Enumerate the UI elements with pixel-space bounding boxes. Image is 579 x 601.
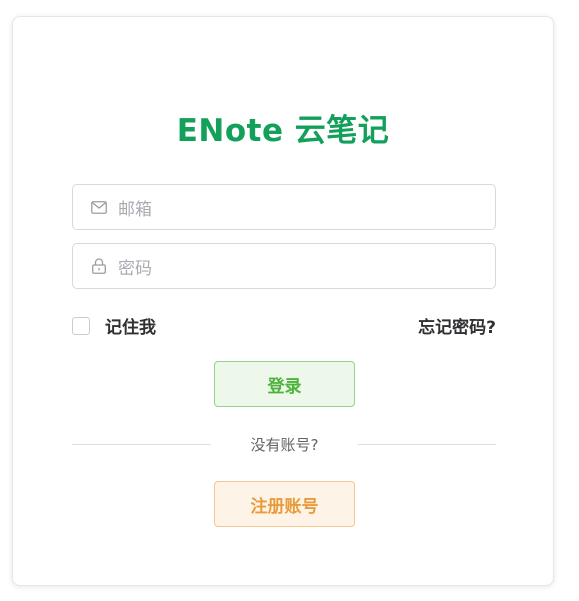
app-title: ENote 云笔记 [176,113,390,149]
lock-icon [90,257,108,275]
divider-line-right [358,444,496,445]
divider-line-left [72,444,211,445]
login-card: ENote 云笔记 邮箱 密码 记住我 忘记密码? 登录 没有账号? 注册账号 [12,16,554,586]
remember-me[interactable]: 记住我 [72,313,156,338]
email-placeholder: 邮箱 [118,199,152,220]
password-placeholder: 密码 [118,258,152,279]
login-button[interactable]: 登录 [214,361,355,407]
forgot-password-link[interactable]: 忘记密码? [418,313,496,338]
register-button[interactable]: 注册账号 [214,481,355,527]
remember-label: 记住我 [105,318,156,338]
remember-checkbox[interactable] [72,316,90,335]
mail-icon [90,198,108,216]
email-input[interactable]: 邮箱 [72,184,496,230]
password-input[interactable]: 密码 [72,243,496,289]
divider-text: 没有账号? [250,436,319,454]
